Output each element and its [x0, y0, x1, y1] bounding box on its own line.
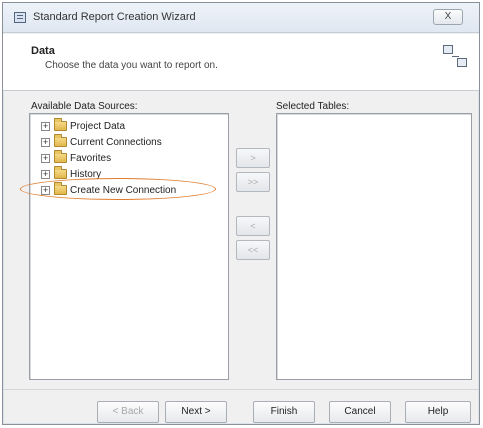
add-button[interactable]: > [236, 148, 270, 168]
tree-item-favorites[interactable]: + Favorites [41, 150, 112, 165]
cancel-button[interactable]: Cancel [329, 401, 391, 423]
selected-tables-label: Selected Tables: [276, 101, 350, 112]
tree-item-label: Favorites [70, 152, 112, 164]
data-tables-icon [443, 45, 467, 67]
footer-divider [3, 389, 479, 390]
help-button[interactable]: Help [405, 401, 471, 423]
available-sources-label: Available Data Sources: [31, 101, 138, 112]
expand-icon[interactable]: + [41, 137, 50, 147]
remove-all-button[interactable]: << [236, 240, 270, 260]
header-panel: Data Choose the data you want to report … [3, 34, 479, 91]
tree-item-label: Project Data [70, 120, 126, 132]
window-icon [14, 12, 26, 23]
page-title: Data [31, 45, 55, 57]
wizard-window: Standard Report Creation Wizard X Data C… [2, 2, 480, 425]
window-title: Standard Report Creation Wizard [33, 11, 196, 23]
highlight-ellipse [20, 178, 216, 200]
tree-item-current-connections[interactable]: + Current Connections [41, 134, 162, 149]
folder-icon [54, 150, 67, 163]
finish-button[interactable]: Finish [253, 401, 315, 423]
expand-icon[interactable]: + [41, 153, 50, 163]
title-bar[interactable]: Standard Report Creation Wizard X [3, 3, 479, 33]
close-button[interactable]: X [433, 9, 463, 25]
tree-item-project-data[interactable]: + Project Data [41, 118, 126, 133]
folder-icon [54, 134, 67, 147]
remove-button[interactable]: < [236, 216, 270, 236]
add-all-button[interactable]: >> [236, 172, 270, 192]
selected-tables-list[interactable] [276, 113, 472, 380]
tree-item-label: Current Connections [70, 136, 162, 148]
expand-icon[interactable]: + [41, 169, 50, 179]
page-subtitle: Choose the data you want to report on. [45, 60, 218, 71]
folder-icon [54, 166, 67, 179]
back-button[interactable]: < Back [97, 401, 159, 423]
next-button[interactable]: Next > [165, 401, 227, 423]
folder-icon [54, 118, 67, 131]
available-sources-tree[interactable]: + Project Data + Current Connections + F… [29, 113, 229, 380]
expand-icon[interactable]: + [41, 121, 50, 131]
